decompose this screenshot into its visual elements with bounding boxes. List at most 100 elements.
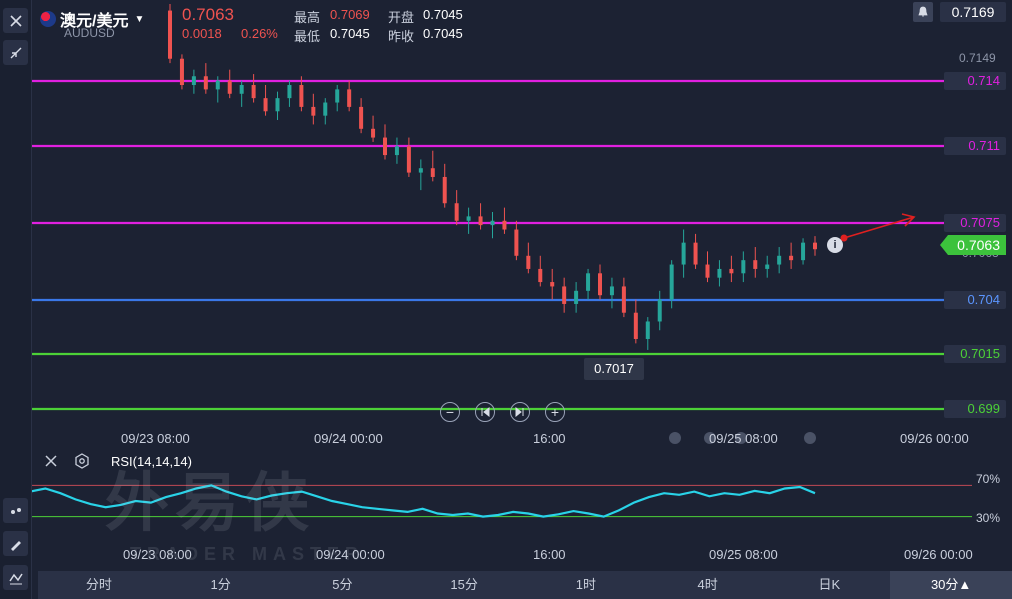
scroll-forward-button[interactable]: [510, 402, 530, 422]
candle: [383, 124, 387, 160]
open-label: 开盘: [388, 10, 415, 25]
timeframe-bar: 分时 1分 5分 15分 1时 4时 日K 30分▲: [38, 571, 1012, 599]
candle: [550, 268, 555, 300]
bell-icon[interactable]: [913, 2, 933, 22]
watermark-logo: 外易侠: [105, 467, 315, 539]
candle: [490, 212, 495, 239]
candle: [609, 277, 614, 309]
prev-close-value: 0.7045: [423, 26, 463, 41]
symbol-code: AUDUSD: [64, 26, 115, 40]
candle: [227, 69, 232, 99]
timeframe-tab[interactable]: 4时: [647, 571, 769, 599]
candle: [347, 80, 352, 112]
prev-close-label: 昨收: [388, 29, 415, 44]
candle: [251, 74, 256, 103]
zoom-in-button[interactable]: +: [545, 402, 565, 422]
time-label: 09/26 00:00: [900, 431, 969, 446]
timeframe-tab[interactable]: 15分: [403, 571, 525, 599]
candle: [729, 255, 734, 283]
rsi-time-label: 09/25 08:00: [709, 547, 778, 562]
candle: [586, 268, 591, 300]
level-price-tag[interactable]: 0.704: [944, 291, 1006, 309]
low-label: 最低: [294, 29, 321, 44]
candle: [538, 255, 543, 287]
time-label: 09/25 08:00: [709, 431, 778, 446]
left-toolbar: [0, 0, 32, 599]
indicator-settings-icon[interactable]: [3, 498, 28, 523]
candle: [239, 80, 244, 107]
candle: [621, 277, 626, 318]
candle: [287, 80, 292, 107]
candle: [406, 137, 411, 177]
candle: [359, 98, 364, 134]
collapse-icon[interactable]: [3, 40, 28, 65]
candle: [514, 220, 519, 261]
price-change-pct: 0.26%: [241, 26, 278, 41]
candle: [765, 255, 770, 278]
zoom-out-button[interactable]: −: [440, 402, 460, 422]
candle: [741, 251, 746, 283]
last-price: 0.7063: [182, 5, 234, 24]
candle: [562, 277, 567, 313]
price-axis-label: 0.7149: [959, 51, 996, 65]
candle: [801, 238, 806, 265]
candle: [168, 4, 172, 64]
candle: [526, 242, 531, 274]
candle: [454, 190, 459, 226]
candle: [371, 115, 376, 142]
level-price-tag[interactable]: 0.699: [944, 400, 1006, 418]
timeframe-tab[interactable]: 日K: [769, 571, 891, 599]
timeframe-tab[interactable]: 1时: [525, 571, 647, 599]
info-icon[interactable]: i: [827, 237, 843, 253]
candle: [705, 251, 710, 283]
candle: [191, 69, 196, 94]
low-value: 0.7045: [330, 26, 370, 41]
alert-price[interactable]: 0.7169: [940, 2, 1006, 22]
candle: [669, 260, 674, 309]
candle: [466, 207, 471, 234]
indicator-line-icon[interactable]: [3, 565, 28, 590]
candle: [717, 260, 722, 287]
candle: [442, 163, 447, 208]
level-price-tag[interactable]: 0.714: [944, 72, 1006, 90]
price-change: 0.0018: [182, 26, 222, 41]
high-label: 最高: [294, 10, 321, 25]
close-indicator-icon[interactable]: [44, 454, 58, 473]
candle: [753, 247, 758, 278]
candle: [311, 93, 316, 125]
candle: [335, 85, 340, 112]
timeframe-tab[interactable]: 5分: [282, 571, 404, 599]
candle: [681, 229, 686, 278]
settings-icon[interactable]: [74, 453, 90, 474]
high-value: 0.7069: [330, 7, 370, 22]
close-icon[interactable]: [3, 8, 28, 33]
candle: [263, 85, 268, 116]
timeframe-tab[interactable]: 分时: [38, 571, 160, 599]
candle: [645, 317, 650, 350]
rsi-level-low: 30%: [976, 511, 1001, 525]
time-label: 16:00: [533, 431, 566, 446]
candle: [323, 98, 328, 125]
candle: [657, 290, 662, 331]
open-value: 0.7045: [423, 7, 463, 22]
level-price-tag[interactable]: 0.7075: [944, 214, 1006, 232]
candle: [777, 247, 782, 274]
marker-dot[interactable]: [669, 432, 681, 444]
time-label: 09/23 08:00: [121, 431, 190, 446]
timeframe-tab[interactable]: 1分: [160, 571, 282, 599]
candle: [478, 203, 483, 230]
candle: [430, 150, 435, 182]
watermark-text: TRADER MASTER: [130, 544, 364, 564]
candle: [598, 264, 602, 300]
marker-dot[interactable]: [804, 432, 816, 444]
candle: [394, 137, 399, 164]
time-label: 09/24 00:00: [314, 431, 383, 446]
scroll-back-button[interactable]: [475, 402, 495, 422]
timeframe-tab-active[interactable]: 30分▲: [890, 571, 1012, 599]
level-price-tag[interactable]: 0.7015: [944, 345, 1006, 363]
candle: [275, 91, 280, 121]
current-price-tag: 0.7063: [940, 235, 1006, 255]
rsi-time-label: 09/26 00:00: [904, 547, 973, 562]
level-price-tag[interactable]: 0.711: [944, 137, 1006, 155]
draw-tool-icon[interactable]: [3, 531, 28, 556]
